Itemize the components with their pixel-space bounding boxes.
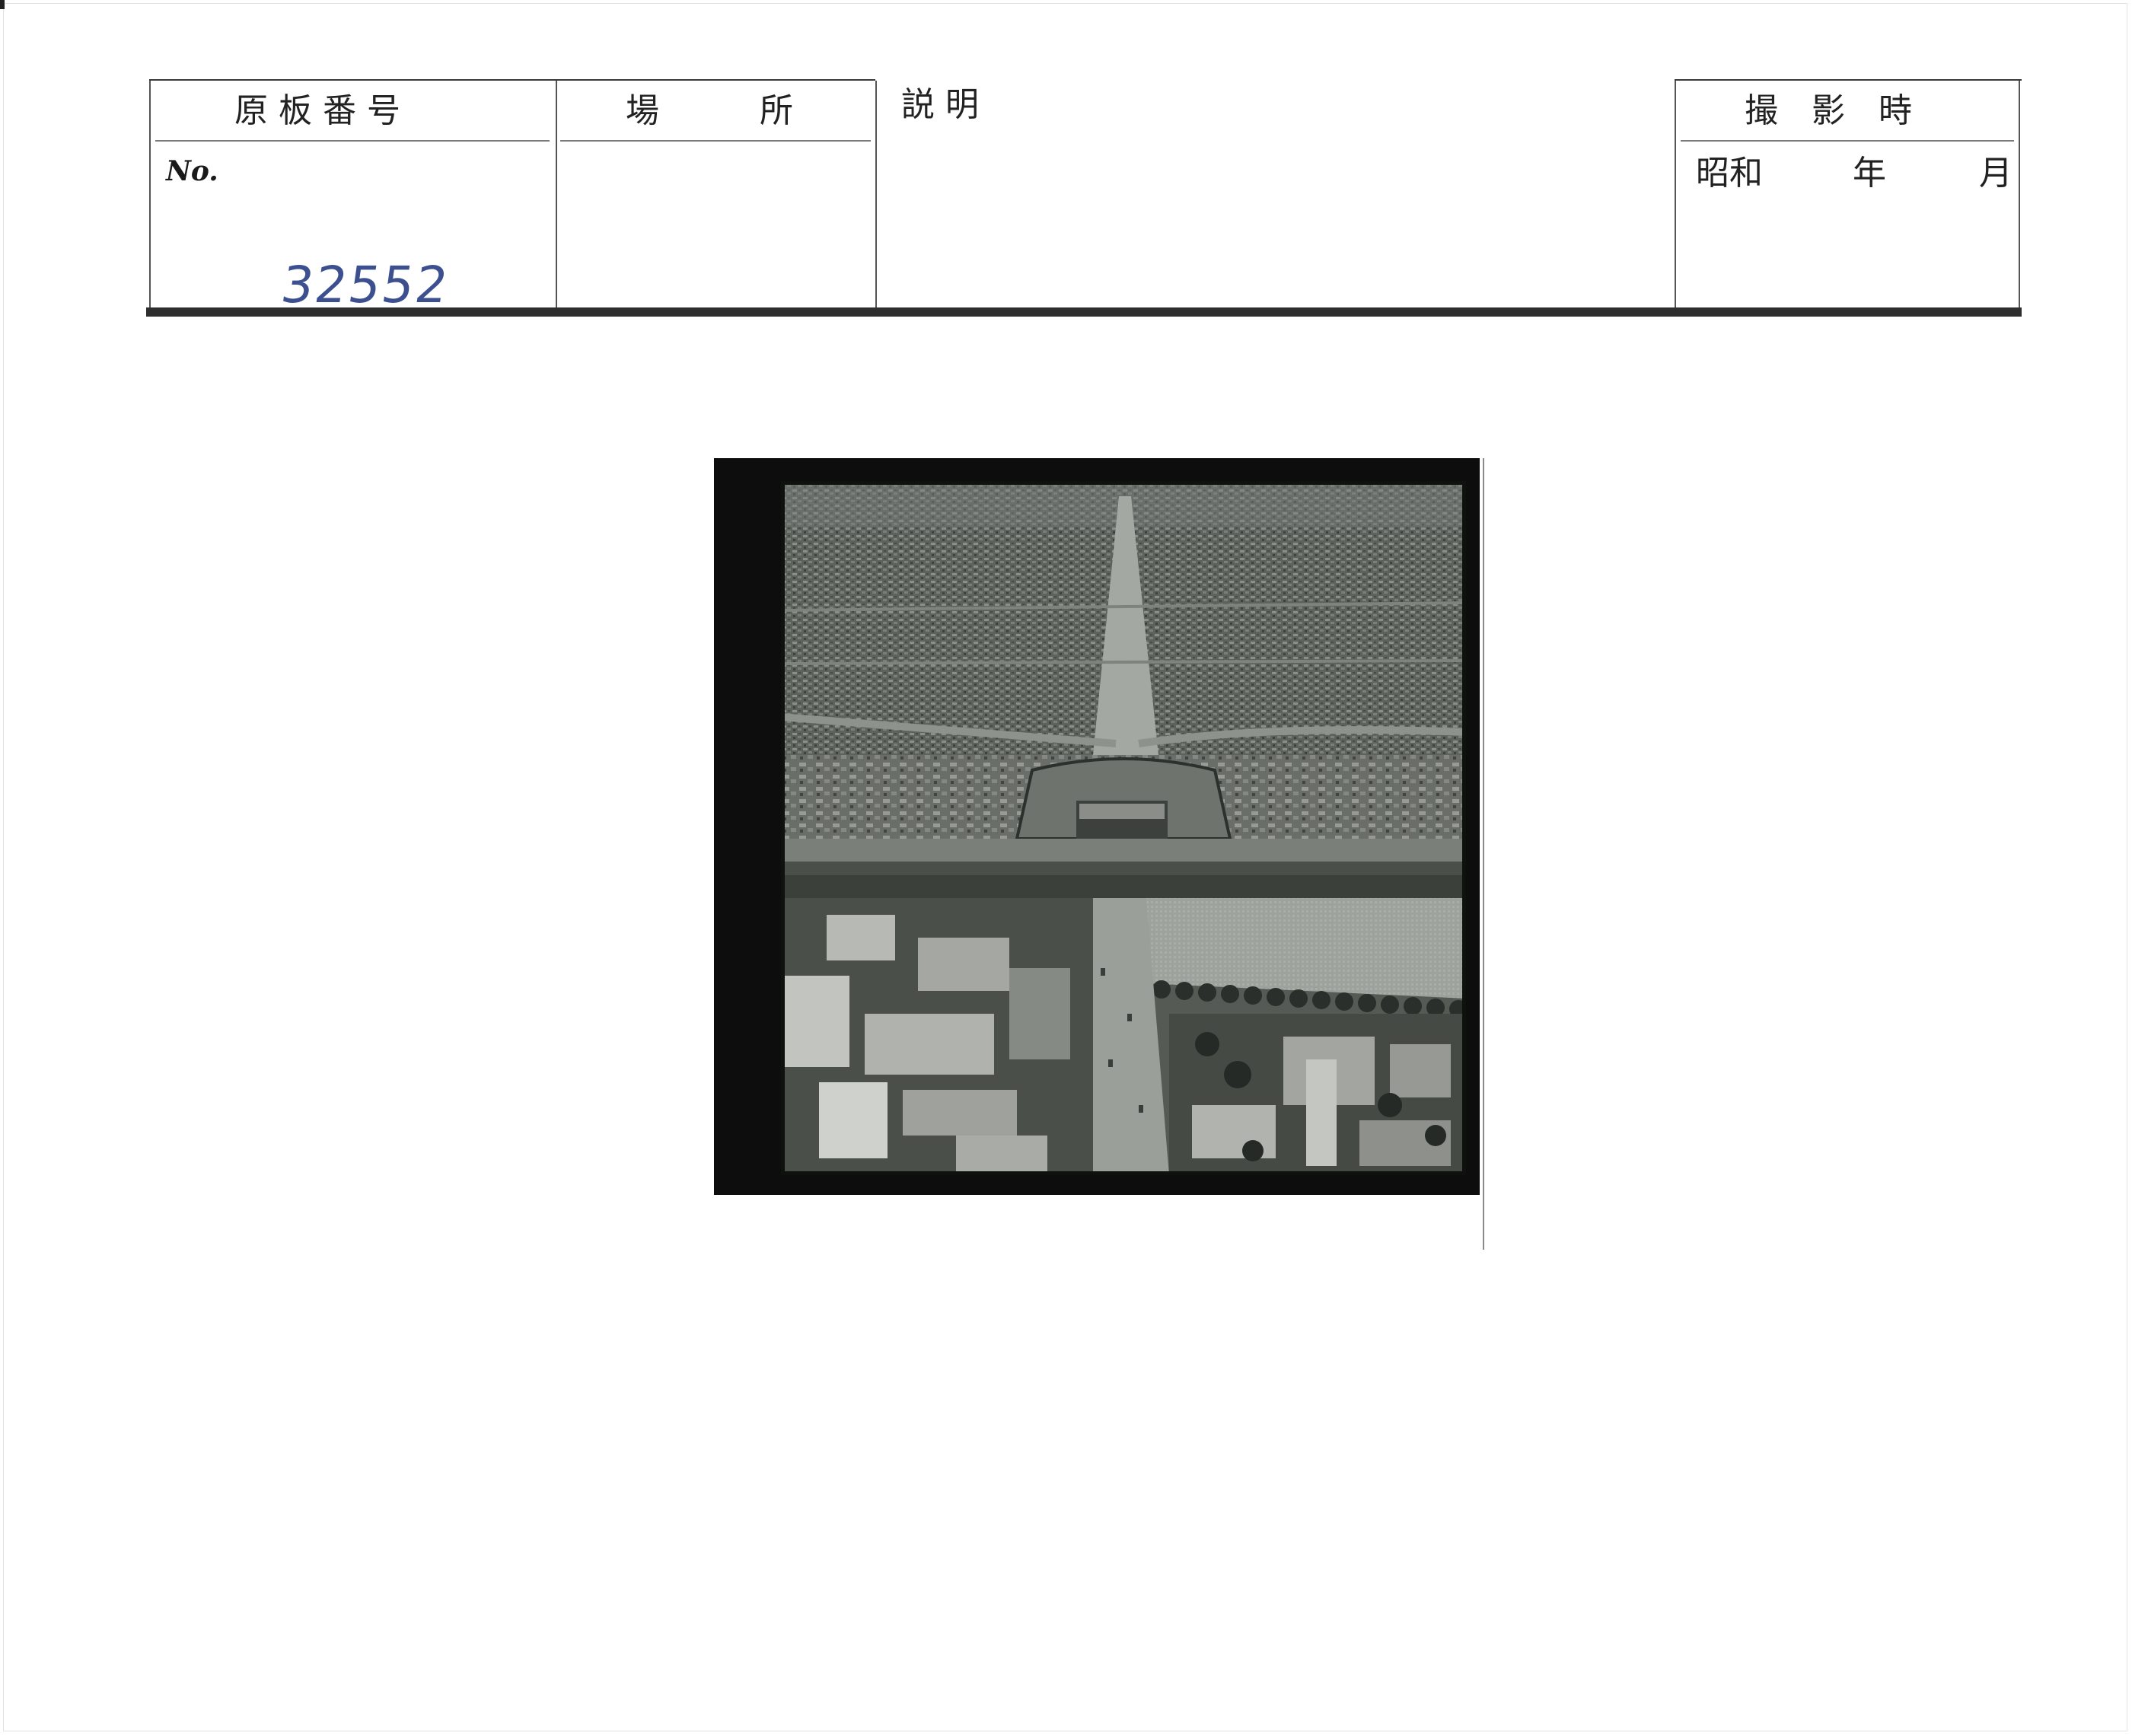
- corner-mark: [0, 0, 5, 9]
- year-label: 年: [1853, 154, 1886, 193]
- location-label: 場 所: [626, 91, 793, 130]
- description-label: 説 明: [901, 85, 979, 124]
- table-divider: [875, 81, 877, 307]
- table-divider: [556, 81, 557, 307]
- era-label: 昭和: [1696, 154, 1763, 193]
- handwritten-plate-number: 32552: [277, 256, 454, 314]
- table-divider: [149, 81, 151, 307]
- table-top-rule-right: [1675, 79, 2022, 81]
- aerial-city-photo: [781, 481, 1466, 1175]
- header-underline: [1681, 140, 2014, 142]
- header-underline: [155, 140, 550, 142]
- print-edge: [1483, 458, 1484, 1250]
- table-divider: [2019, 81, 2020, 307]
- header-underline: [560, 140, 871, 142]
- table-top-rule-left: [149, 79, 875, 81]
- table-divider: [1675, 81, 1676, 307]
- table-bottom-rule: [146, 307, 2022, 317]
- photo-print: [714, 458, 1480, 1195]
- number-prefix-label: No.: [166, 155, 218, 187]
- plate-number-label: 原 板 番 号: [234, 91, 400, 130]
- shooting-time-label: 撮 影 時: [1745, 91, 1912, 130]
- month-label: 月: [1979, 154, 2012, 193]
